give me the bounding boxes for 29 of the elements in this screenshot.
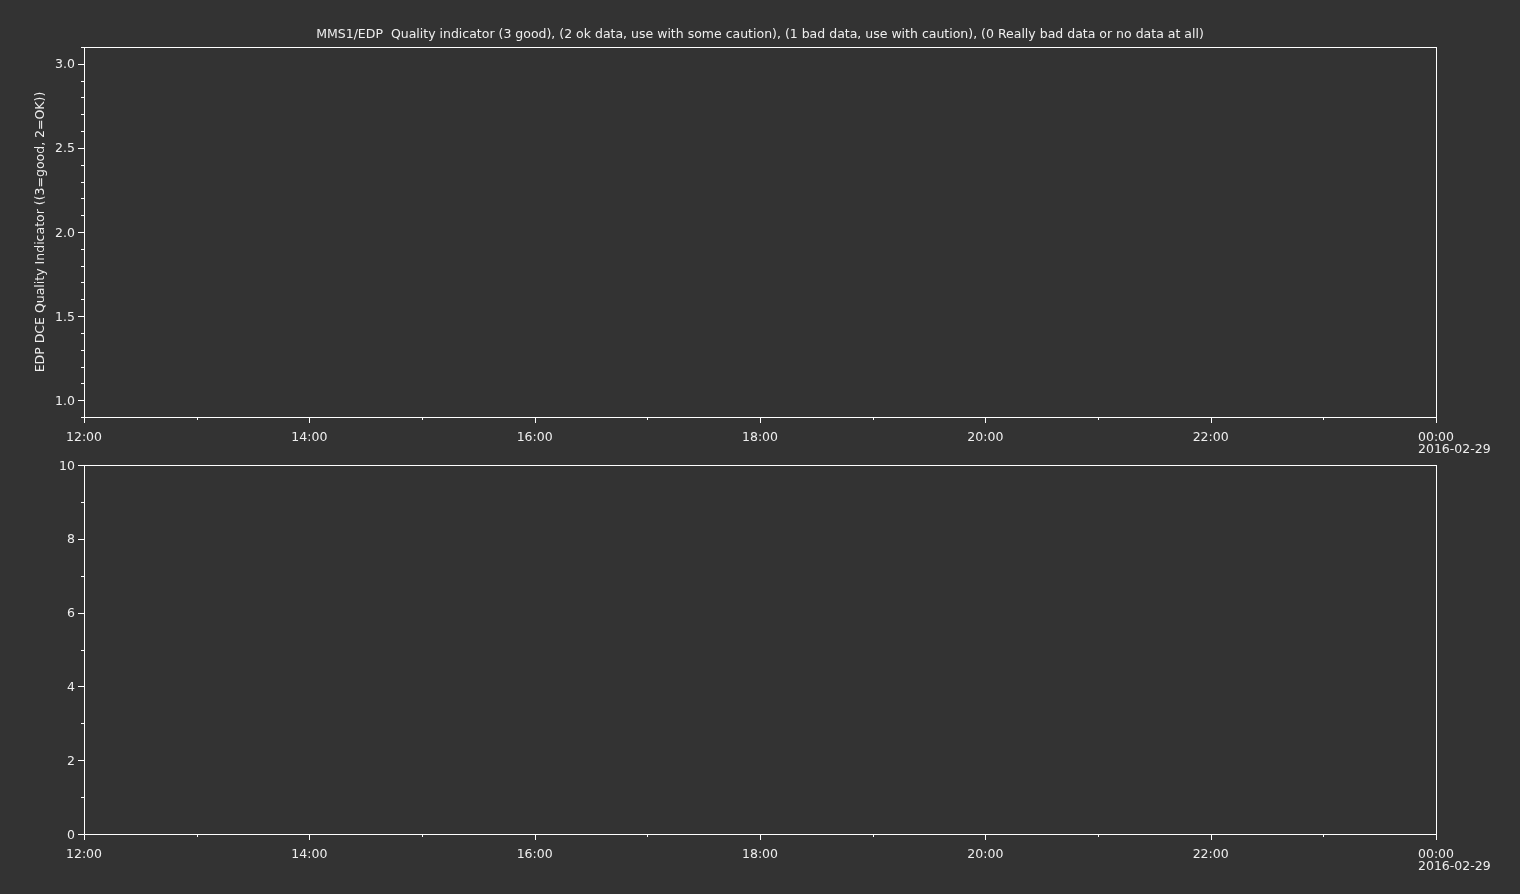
date-label: 2016-02-29 [1418,858,1491,873]
tick-label: 14:00 [291,429,328,444]
tick-label: 2.0 [55,224,75,240]
tick-label: 3.0 [55,56,75,72]
tick-label: 8 [67,531,75,547]
tick-label: 18:00 [742,429,778,444]
tick-label: 2.5 [55,140,75,156]
tick-label: 00:00 [1418,429,1454,444]
tick-label: 1.5 [55,308,75,324]
tick-label: 12:00 [66,846,102,861]
tick-label: 0 [67,826,75,842]
tick-label: 18:00 [742,846,778,861]
tick-label: 20:00 [967,846,1004,861]
tick-label: 22:00 [1192,846,1229,861]
y-axis-label: EDP DCE Quality Indicator ((3=good, 2=OK)) [32,91,47,373]
date-label: 2016-02-29 [1418,441,1491,456]
tick-label: 4 [67,678,75,694]
tick-label: 16:00 [516,429,553,444]
tick-label: 2 [67,752,75,768]
tick-label: 14:00 [291,846,328,861]
tick-label: 6 [67,605,75,621]
chart-title: MMS1/EDP Quality indicator (3 good), (2 ok data, use with some caution), (1 bad data, use with caution), (0 Really bad data or no data at all) [316,26,1204,41]
tick-label: 12:00 [66,429,102,444]
tick-label: 20:00 [967,429,1004,444]
tick-label: 1.0 [55,392,75,408]
tick-label: 16:00 [516,846,553,861]
tick-label: 22:00 [1192,429,1229,444]
tick-label: 00:00 [1418,846,1454,861]
tick-label: 10 [59,457,75,473]
